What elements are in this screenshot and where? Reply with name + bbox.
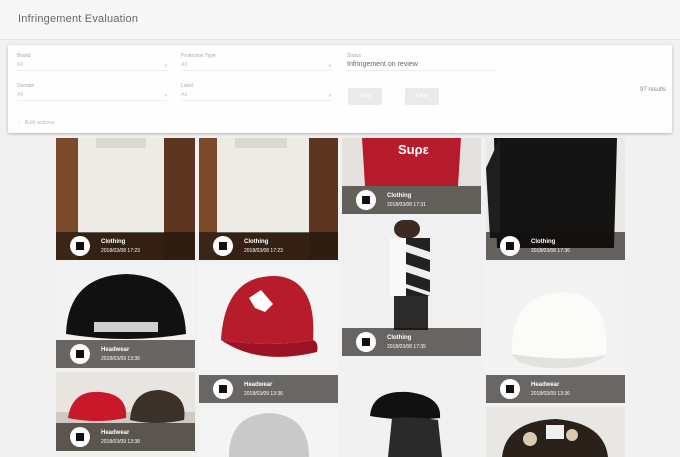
card-info-bar: Clothing 2018/03/08 17:36 [486, 232, 625, 260]
protection-type-select-value: All [181, 62, 188, 68]
card-category: Clothing [101, 239, 126, 245]
card-category: Headwear [101, 347, 130, 353]
brand-label: Brand [17, 53, 31, 59]
thumbnail-icon [500, 379, 520, 399]
evidence-card[interactable]: Clothing 2018/03/08 17:35 [342, 218, 481, 356]
results-count: 97 results [639, 87, 666, 93]
card-info-bar: Headwear 2018/03/09 13:36 [56, 340, 195, 368]
thumbnail-icon [70, 344, 90, 364]
product-photo [199, 407, 338, 457]
card-date: 2018/03/09 13:36 [244, 391, 283, 397]
card-category: Headwear [101, 430, 130, 436]
evidence-card[interactable]: Headwear 2018/03/09 13:36 [486, 264, 625, 403]
status-label: Status [347, 53, 362, 59]
card-info-bar: Headwear 2018/03/09 13:36 [199, 375, 338, 403]
card-date: 2018/03/08 17:36 [531, 248, 570, 254]
card-category: Clothing [387, 335, 412, 341]
domain-select-value: All [17, 92, 24, 98]
evidence-card[interactable]: Headwear 2018/03/09 13:36 [56, 264, 195, 368]
thumbnail-icon [356, 332, 376, 352]
card-date: 2018/03/08 17:23 [244, 248, 283, 254]
evidence-card[interactable] [199, 407, 338, 457]
thumbnail-icon [213, 379, 233, 399]
card-category: Headwear [531, 382, 560, 388]
thumbnail-icon [213, 236, 233, 256]
card-category: Clothing [387, 193, 412, 199]
filter-five-label: Label [181, 83, 194, 89]
evidence-card[interactable] [486, 407, 625, 457]
page-title: Infringement Evaluation [18, 13, 139, 25]
thumbnail-icon [70, 236, 90, 256]
evidence-card[interactable]: Headwear 2018/03/09 13:38 [56, 372, 195, 451]
card-date: 2018/03/08 17:31 [387, 202, 426, 208]
card-info-bar: Clothing 2018/03/08 17:35 [342, 328, 481, 356]
card-info-bar: Headwear 2018/03/09 13:38 [56, 423, 195, 451]
evidence-card[interactable] [342, 360, 481, 457]
brand-select[interactable]: All ▾ [17, 62, 169, 71]
evidence-card[interactable]: Clothing 2018/03/08 17:23 [199, 138, 338, 260]
evidence-card[interactable]: Clothing 2018/03/08 17:23 [56, 138, 195, 260]
card-date: 2018/03/09 13:38 [101, 439, 140, 445]
card-info-bar: Headwear 2018/03/09 13:36 [486, 375, 625, 403]
card-info-bar: Clothing 2018/03/08 17:31 [342, 186, 481, 214]
filter-five-select[interactable]: All ▾ [181, 92, 333, 101]
card-date: 2018/03/08 17:23 [101, 248, 140, 254]
filter-panel: Brand All ▾ Protection Type All ▾ Status… [8, 45, 672, 133]
card-category: Headwear [244, 382, 273, 388]
card-date: 2018/03/09 13:36 [101, 356, 140, 362]
card-date: 2018/03/08 17:35 [387, 344, 426, 350]
card-info-bar: Clothing 2018/03/08 17:23 [199, 232, 338, 260]
card-category: Clothing [531, 239, 556, 245]
svg-text:Suρε: Suρε [398, 142, 429, 157]
bulk-actions-toggle[interactable]: › Bulk actions [18, 120, 54, 126]
thumbnail-icon [70, 427, 90, 447]
app-header: Infringement Evaluation [0, 0, 680, 40]
domain-select[interactable]: All ▾ [17, 92, 169, 101]
card-info-bar: Clothing 2018/03/08 17:23 [56, 232, 195, 260]
thumbnail-icon [356, 190, 376, 210]
chevron-down-icon: ▾ [328, 93, 331, 99]
bulk-actions-label: Bulk actions [24, 120, 55, 126]
domain-label: Domain [17, 83, 35, 89]
apply-button[interactable]: Apply [348, 88, 382, 105]
clear-button[interactable]: Clear [405, 88, 439, 105]
protection-type-label: Protection Type [181, 53, 216, 59]
chevron-down-icon: ▾ [164, 63, 167, 69]
evidence-card[interactable]: Headwear 2018/03/09 13:36 [199, 264, 338, 403]
product-photo [342, 360, 481, 457]
evidence-card[interactable]: Suρε Clothing 2018/03/08 17:31 [342, 138, 481, 214]
thumbnail-icon [500, 236, 520, 256]
card-date: 2018/03/09 13:36 [531, 391, 570, 397]
chevron-down-icon: ▾ [328, 63, 331, 69]
filter-five-select-value: All [181, 92, 188, 98]
product-photo [486, 407, 625, 457]
card-category: Clothing [244, 239, 269, 245]
chevron-down-icon: ▾ [164, 93, 167, 99]
status-underline [347, 62, 497, 71]
brand-select-value: All [17, 62, 24, 68]
chevron-right-icon: › [18, 120, 20, 126]
protection-type-select[interactable]: All ▾ [181, 62, 333, 71]
evidence-card[interactable]: Clothing 2018/03/08 17:36 [486, 138, 625, 260]
